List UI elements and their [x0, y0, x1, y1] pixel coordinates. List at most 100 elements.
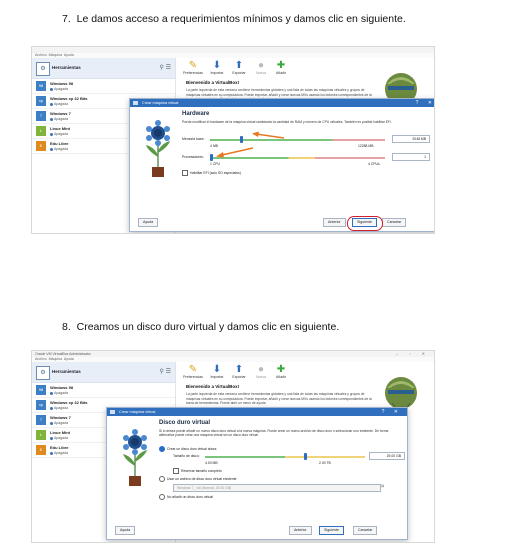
- linux-icon: E: [36, 445, 46, 455]
- help-button[interactable]: Ayuda: [115, 526, 136, 535]
- toolbar-label: Nueva: [255, 375, 267, 379]
- preferences-button[interactable]: ✎ Preferencias: [182, 364, 204, 379]
- vm-item[interactable]: 98 Windows 98 Apagada: [32, 383, 175, 398]
- disk-size-slider-thumb[interactable]: [304, 453, 308, 460]
- vm-state-label: Apagada: [54, 87, 69, 91]
- step-7-caption: 7. Le damos acceso a requerimientos míni…: [62, 13, 406, 25]
- add-icon: ✚: [276, 60, 286, 71]
- cpu-max-label: 4 CPUs: [368, 162, 380, 166]
- back-button[interactable]: Anterior: [289, 526, 312, 535]
- menu-archivo[interactable]: Archivo: [35, 357, 47, 361]
- new-button[interactable]: ● Nueva: [250, 364, 272, 379]
- dialog-text: Si lo desea puede añadir un nuevo disco …: [159, 429, 389, 438]
- checkbox-box[interactable]: [182, 170, 188, 176]
- memory-slider-thumb[interactable]: [239, 136, 243, 143]
- tools-item[interactable]: ⚙ Herramientas ⚲ ☰: [32, 58, 175, 79]
- existing-disk-radio[interactable]: Usar un archivo de disco duro virtual ex…: [159, 476, 237, 482]
- toolbar-label: Añadir: [275, 71, 287, 75]
- existing-disk-select[interactable]: Windows 7_ vdi (Normal, 25.00 GB): [173, 484, 381, 492]
- preferences-button[interactable]: ✎ Preferencias: [182, 60, 204, 75]
- import-button[interactable]: ⬇ Importar: [206, 364, 228, 379]
- disk-size-label: Tamaño de disco:: [173, 454, 200, 458]
- no-disk-radio[interactable]: No añadir un disco duro virtual: [159, 494, 213, 500]
- memory-max-label: 12288 MB: [358, 144, 374, 148]
- vm-state-label: Apagada: [54, 451, 69, 455]
- radio-button[interactable]: [159, 446, 165, 452]
- radio-button[interactable]: [159, 476, 165, 482]
- welcome-title: Bienvenido a VirtualBox!: [186, 80, 240, 85]
- cpu-spinbox[interactable]: 1: [392, 153, 430, 161]
- menu-maquina[interactable]: Máquina: [49, 357, 62, 361]
- create-vm-dialog-disk: Crear máquina virtual ? ✕ Disco duro virt…: [106, 407, 408, 540]
- folder-icon[interactable]: ▤: [381, 484, 384, 488]
- menu-maquina[interactable]: Máquina: [49, 53, 62, 57]
- step-text: Creamos un disco duro virtual y damos cl…: [76, 321, 340, 333]
- tools-menu-icon[interactable]: ⚲ ☰: [160, 368, 171, 375]
- step-number: 8.: [62, 321, 71, 333]
- efi-checkbox[interactable]: Habilitar EFI (solo SO especiales): [182, 170, 241, 176]
- cancel-button[interactable]: Cancelar: [382, 218, 407, 227]
- back-button[interactable]: Anterior: [323, 218, 346, 227]
- cpu-slider-thumb[interactable]: [210, 154, 213, 161]
- memory-spinbox[interactable]: 2048 MB: [392, 135, 430, 143]
- close-icon[interactable]: ? ✕: [382, 408, 402, 416]
- vm-state: Apagada: [50, 147, 68, 151]
- close-icon[interactable]: ? ✕: [416, 99, 434, 107]
- step-number: 7.: [62, 13, 71, 25]
- toolbar-label: Importar: [210, 71, 224, 75]
- vm-name: Linux Mint: [50, 430, 70, 435]
- export-button[interactable]: ⬆ Exportar: [228, 364, 250, 379]
- vm-state: Apagada: [50, 117, 68, 121]
- dialog-heading: Hardware: [182, 111, 210, 117]
- create-disk-radio[interactable]: Crear un disco duro virtual ahora: [159, 446, 216, 452]
- menu-ayuda[interactable]: Ayuda: [64, 357, 74, 361]
- toolbar-label: Preferencias: [183, 375, 203, 379]
- menu-ayuda[interactable]: Ayuda: [64, 53, 74, 57]
- menu-archivo[interactable]: Archivo: [35, 53, 47, 57]
- export-button[interactable]: ⬆ Exportar: [228, 60, 250, 75]
- toolbar-label: Exportar: [232, 71, 246, 75]
- vm-name: Windows 98: [50, 81, 74, 86]
- dialog-heading: Disco duro virtual: [159, 420, 211, 426]
- virtualbox-screenshot-hardware: Archivo Máquina Ayuda ⚙ Herramientas ⚲ ☰…: [31, 46, 435, 234]
- memory-slider-track: [210, 139, 385, 141]
- vm-state-label: Apagada: [54, 132, 69, 136]
- welcome-title: Bienvenido a VirtualBox!: [186, 384, 240, 389]
- tools-icon: ⚙: [36, 62, 50, 76]
- toolbar-label: Añadir: [275, 375, 287, 379]
- add-button[interactable]: ✚ Añadir: [270, 60, 292, 75]
- add-button[interactable]: ✚ Añadir: [270, 364, 292, 379]
- step-text: Le damos acceso a requerimientos mínimos…: [76, 13, 406, 25]
- virtualbox-screenshot-disk: Oracle VM VirtualBox Administrador – ▫ ✕ …: [31, 350, 435, 543]
- cancel-button[interactable]: Cancelar: [353, 526, 378, 535]
- vm-state: Apagada: [50, 436, 68, 440]
- next-button[interactable]: Siguiente: [319, 526, 344, 535]
- vm-name: Linux Mint: [50, 126, 70, 131]
- new-button[interactable]: ● Nueva: [250, 60, 272, 75]
- dialog-title: Crear máquina virtual: [119, 410, 156, 414]
- toolbar-label: Preferencias: [183, 71, 203, 75]
- disk-size-min-label: 4.00 MB: [205, 461, 218, 465]
- window-title: Oracle VM VirtualBox Administrador: [35, 352, 91, 356]
- prealloc-checkbox[interactable]: Reservar tamaño completo: [173, 468, 222, 474]
- import-button[interactable]: ⬇ Importar: [206, 60, 228, 75]
- checkbox-box[interactable]: [173, 468, 179, 474]
- tools-label: Herramientas: [52, 369, 81, 374]
- window-controls[interactable]: – ▫ ✕: [396, 351, 430, 357]
- linux-icon: L: [36, 430, 46, 440]
- welcome-text: La parte izquierda de esta ventana conti…: [186, 392, 372, 406]
- prealloc-label: Reservar tamaño completo: [181, 468, 222, 473]
- tools-menu-icon[interactable]: ⚲ ☰: [160, 64, 171, 71]
- disk-size-spinbox[interactable]: 25.00 GB: [369, 452, 405, 460]
- existing-disk-label: Usar un archivo de disco duro virtual ex…: [167, 476, 237, 481]
- arrow-pointer-icon: [252, 131, 284, 139]
- help-button[interactable]: Ayuda: [138, 218, 159, 227]
- vm-item[interactable]: 98 Windows 98 Apagada: [32, 79, 175, 94]
- flower-illustration: [146, 120, 170, 177]
- export-icon: ⬆: [234, 60, 244, 71]
- tools-item[interactable]: ⚙ Herramientas ⚲ ☰: [32, 362, 175, 383]
- toolbar-label: Importar: [210, 375, 224, 379]
- wrench-icon: ✎: [188, 60, 198, 71]
- vm-state-label: Apagada: [54, 421, 69, 425]
- radio-button[interactable]: [159, 494, 165, 500]
